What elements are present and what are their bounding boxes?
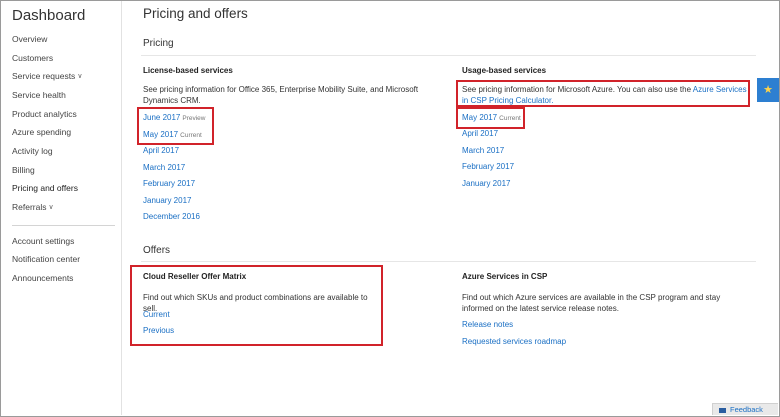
sidebar-item-notification-center[interactable]: Notification center (12, 254, 80, 264)
sidebar-item-service-requests[interactable]: Service requests ∨ (12, 71, 82, 81)
feedback-label: Feedback (730, 405, 763, 414)
usage-services-title: Usage-based services (462, 66, 547, 75)
star-icon: ★ (763, 84, 773, 96)
link-usage-march-2017[interactable]: March 2017 (462, 146, 504, 155)
sidebar-item-azure-spending[interactable]: Azure spending (12, 127, 71, 137)
sidebar-item-announcements[interactable]: Announcements (12, 273, 73, 283)
sidebar-item-customers[interactable]: Customers (12, 53, 53, 63)
link-january-2017[interactable]: January 2017 (143, 196, 191, 205)
sidebar-item-pricing-and-offers[interactable]: Pricing and offers (12, 183, 78, 193)
sidebar-item-service-health[interactable]: Service health (12, 90, 66, 100)
link-march-2017[interactable]: March 2017 (143, 163, 185, 172)
pricing-heading: Pricing (143, 38, 174, 49)
star-button[interactable]: ★ (757, 78, 779, 102)
sidebar-item-activity-log[interactable]: Activity log (12, 146, 53, 156)
chevron-down-icon: ∨ (48, 204, 54, 211)
sidebar-divider (12, 225, 115, 226)
link-services-roadmap[interactable]: Requested services roadmap (462, 337, 566, 346)
highlight-box (456, 80, 750, 107)
link-april-2017[interactable]: April 2017 (143, 146, 179, 155)
highlight-box (137, 107, 214, 145)
chevron-down-icon: ∨ (77, 73, 83, 80)
sidebar-item-label: Service requests (12, 71, 76, 81)
sidebar-title: Dashboard (12, 7, 86, 24)
highlight-box (456, 107, 525, 129)
offers-heading: Offers (143, 245, 171, 256)
azure-csp-title: Azure Services in CSP (462, 272, 548, 281)
section-divider (141, 55, 756, 56)
sidebar-item-account-settings[interactable]: Account settings (12, 236, 74, 246)
license-services-title: License-based services (143, 66, 233, 75)
feedback-button[interactable]: Feedback (712, 403, 778, 415)
sidebar-item-label: Referrals (12, 202, 47, 212)
sidebar: Dashboard Overview Customers Service req… (1, 1, 122, 415)
license-services-description: See pricing information for Office 365, … (143, 85, 419, 105)
page-title: Pricing and offers (143, 6, 248, 21)
link-usage-january-2017[interactable]: January 2017 (462, 179, 510, 188)
link-usage-february-2017[interactable]: February 2017 (462, 162, 514, 171)
link-release-notes[interactable]: Release notes (462, 320, 513, 329)
azure-csp-description: Find out which Azure services are availa… (462, 293, 721, 313)
feedback-icon (719, 407, 726, 413)
sidebar-item-referrals[interactable]: Referrals ∨ (12, 202, 54, 212)
section-divider (141, 261, 756, 262)
sidebar-item-product-analytics[interactable]: Product analytics (12, 109, 77, 119)
sidebar-item-overview[interactable]: Overview (12, 34, 47, 44)
link-december-2016[interactable]: December 2016 (143, 212, 200, 221)
sidebar-item-billing[interactable]: Billing (12, 165, 35, 175)
highlight-box (130, 265, 383, 346)
link-usage-april-2017[interactable]: April 2017 (462, 129, 498, 138)
link-february-2017[interactable]: February 2017 (143, 179, 195, 188)
